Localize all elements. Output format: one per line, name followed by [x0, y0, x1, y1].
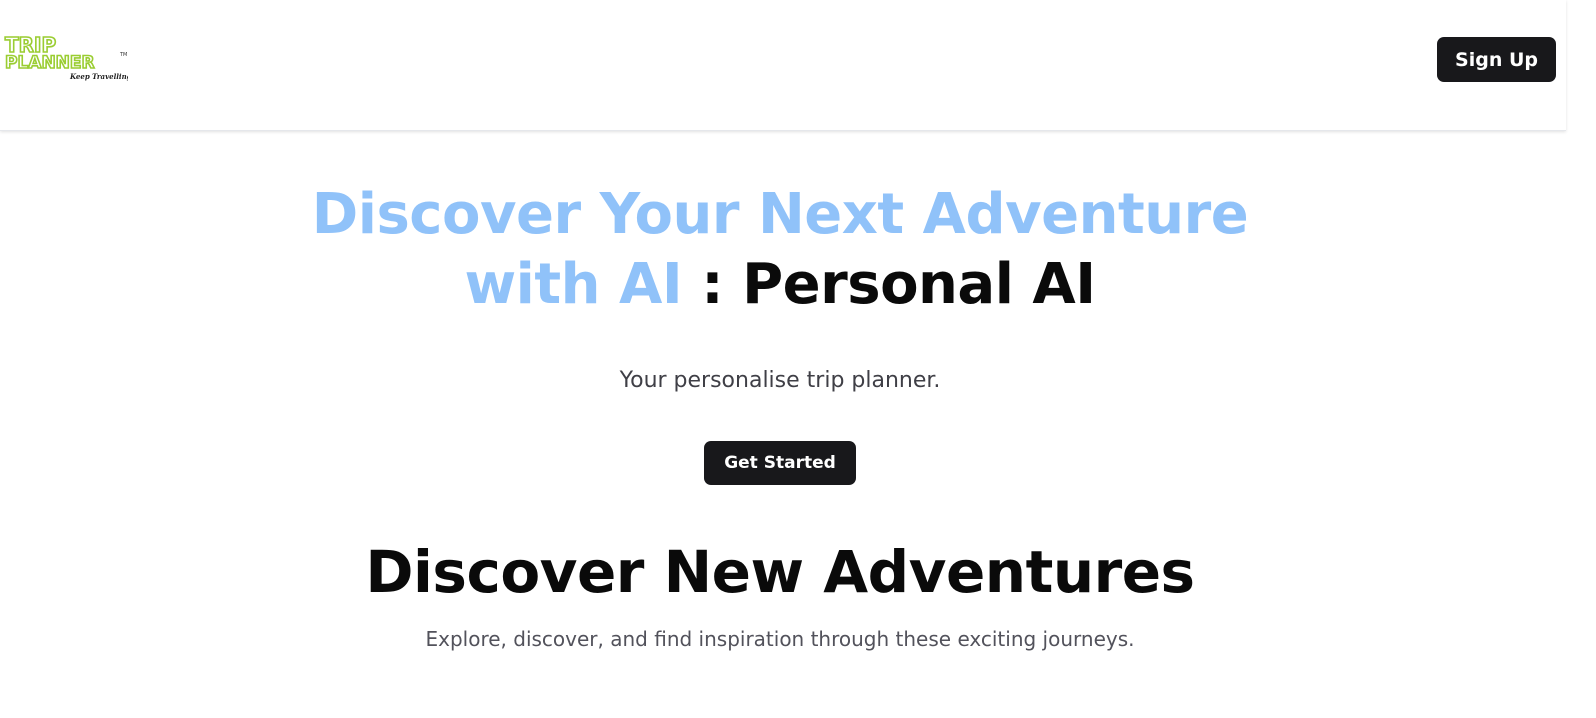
section-subtitle: Explore, discover, and find inspiration …	[425, 627, 1135, 651]
hero-title: Discover Your Next Adventure with AI : P…	[280, 180, 1280, 320]
hero-title-dark: Personal AI	[742, 252, 1096, 317]
logo-tagline: Keep Travelling	[69, 72, 128, 81]
hero-subtitle: Your personalise trip planner.	[619, 368, 941, 393]
hero-title-separator: :	[701, 252, 724, 317]
trip-planner-logo[interactable]: TRIP PLANNER TM Keep Travelling	[4, 34, 128, 84]
logo-line2: PLANNER	[5, 53, 95, 73]
site-header: TRIP PLANNER TM Keep Travelling Sign Up	[0, 0, 1566, 131]
sign-up-button[interactable]: Sign Up	[1437, 37, 1556, 82]
logo-trademark: TM	[119, 52, 127, 58]
get-started-button[interactable]: Get Started	[704, 441, 856, 485]
section-title: Discover New Adventures	[365, 538, 1195, 606]
